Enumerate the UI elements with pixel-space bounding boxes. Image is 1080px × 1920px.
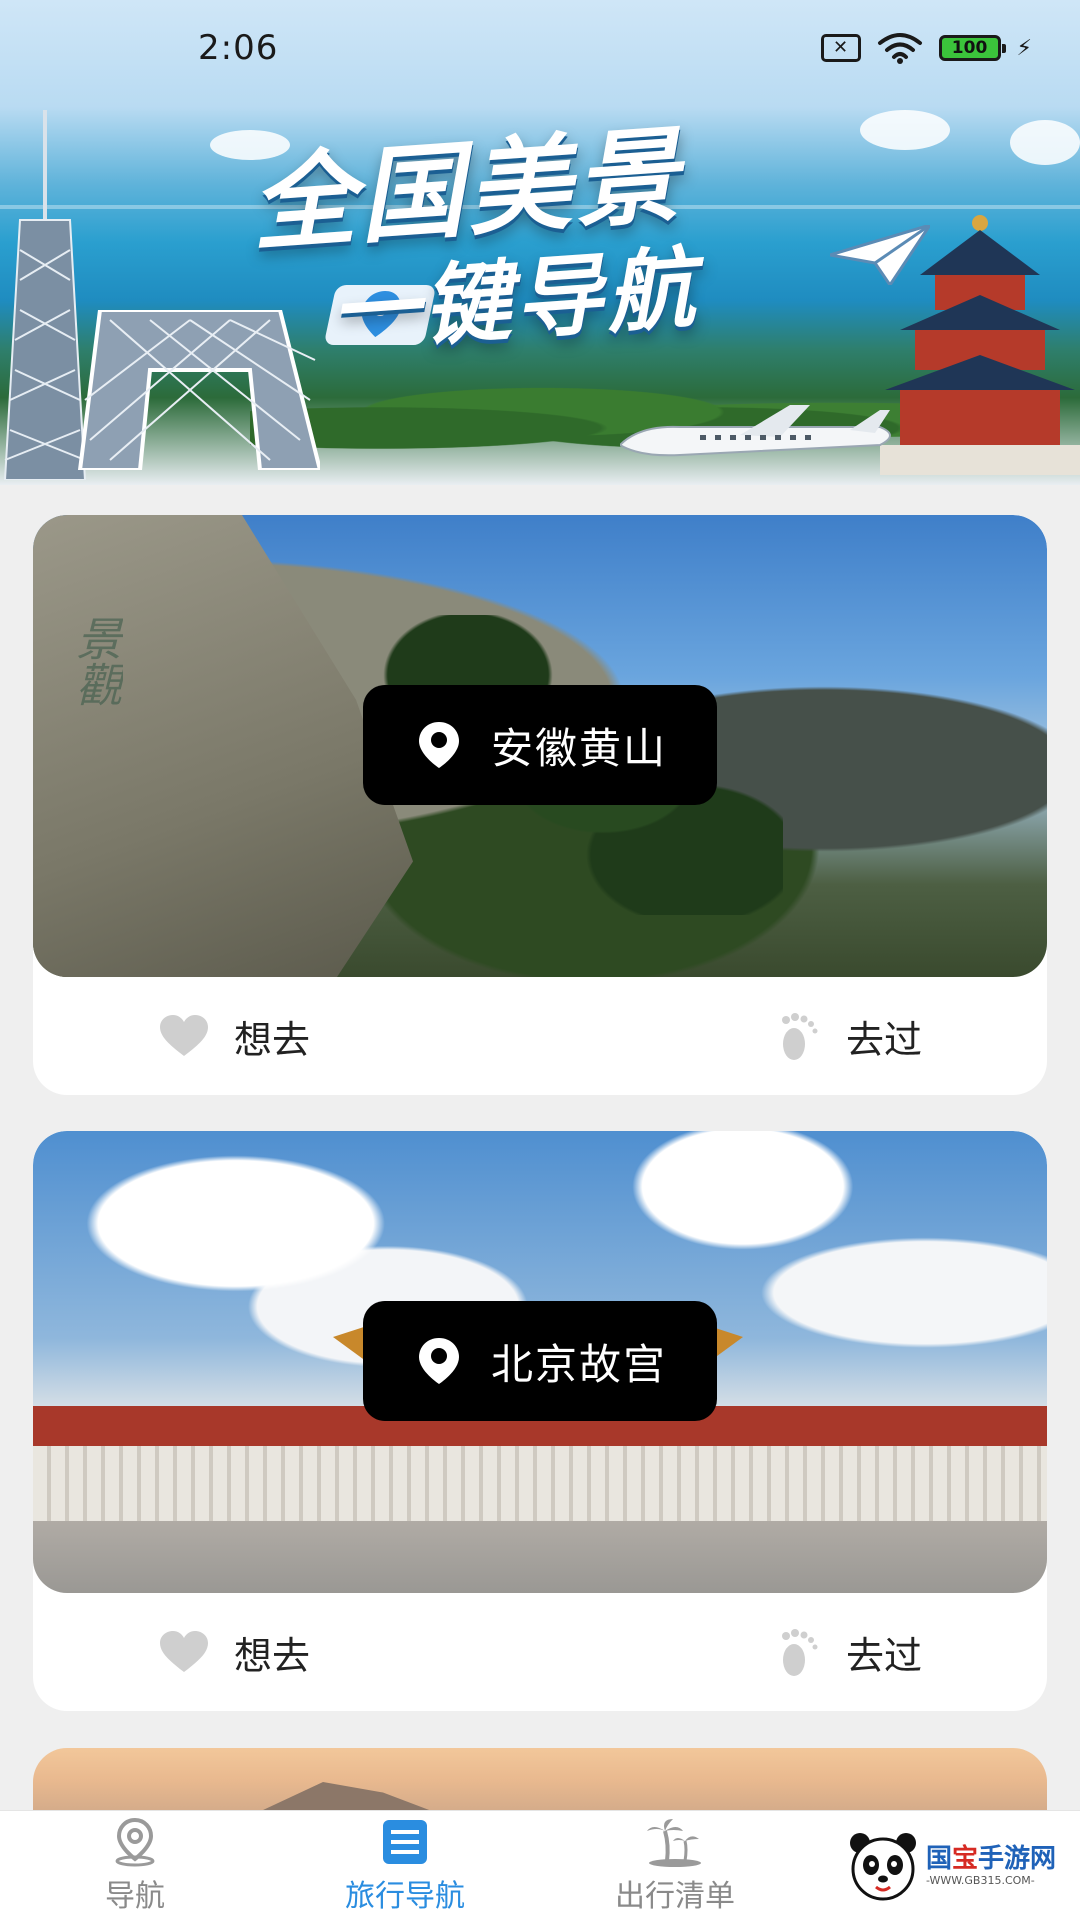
- watermark-url: -WWW.GB315.COM-: [926, 1873, 1035, 1887]
- card-actions: 想去 去过: [33, 1593, 1047, 1711]
- want-to-go-label: 想去: [234, 1633, 311, 1678]
- location-name: 北京故宫: [490, 1339, 667, 1389]
- card-actions: 想去 去过: [33, 977, 1047, 1095]
- wifi-icon: [877, 33, 922, 64]
- destination-photo[interactable]: 景觀 安徽黄山: [33, 515, 1047, 977]
- cloud: [860, 110, 950, 150]
- battery-indicator: 100: [938, 35, 1006, 61]
- palm-tree-icon: [647, 1818, 701, 1867]
- heart-icon: [160, 1015, 208, 1056]
- been-there-button[interactable]: 去过: [778, 1009, 922, 1064]
- list-icon: [383, 1819, 427, 1864]
- status-icons: ✕ 100 ⚡: [820, 32, 1032, 64]
- status-time: 2:06: [198, 28, 279, 68]
- location-label[interactable]: 安徽黄山: [363, 685, 717, 805]
- nav-item-navigation[interactable]: 导航: [0, 1811, 270, 1920]
- map-pin-icon: [115, 1817, 155, 1866]
- watermark-text: 国宝手游网 -WWW.GB315.COM-: [926, 1845, 1056, 1887]
- temple-of-heaven-icon: [880, 215, 1080, 475]
- nav-label: 旅行导航: [345, 1878, 465, 1914]
- location-name: 安徽黄山: [490, 723, 667, 773]
- destination-card[interactable]: 北京故宫 想去 去过: [33, 1131, 1047, 1711]
- status-bar: 2:06 ✕ 100 ⚡: [0, 0, 1080, 96]
- header-banner: 2:06 ✕ 100 ⚡ 全国美景 一键导航: [0, 0, 1080, 485]
- watermark-title: 国宝手游网: [926, 1844, 1057, 1875]
- location-label[interactable]: 北京故宫: [363, 1301, 717, 1421]
- nav-item-travel-navigation[interactable]: 旅行导航: [270, 1811, 540, 1920]
- been-there-label: 去过: [845, 1017, 922, 1062]
- location-pin-icon: [413, 719, 465, 771]
- location-pin-icon: [413, 1335, 465, 1387]
- rock-inscription: 景觀: [69, 615, 123, 707]
- nav-item-trip-checklist[interactable]: 出行清单: [540, 1811, 810, 1920]
- watermark: 国宝手游网 -WWW.GB315.COM-: [828, 1812, 1080, 1920]
- footprint-icon: [781, 1629, 818, 1676]
- footprint-icon: [781, 1013, 818, 1060]
- want-to-go-button[interactable]: 想去: [158, 1009, 310, 1064]
- been-there-button[interactable]: 去过: [778, 1625, 922, 1680]
- want-to-go-label: 想去: [234, 1017, 311, 1062]
- nav-label: 出行清单: [615, 1878, 735, 1914]
- heart-icon: [160, 1631, 208, 1672]
- charging-icon: ⚡: [1016, 35, 1032, 61]
- destination-photo[interactable]: 北京故宫: [33, 1131, 1047, 1593]
- nav-label: 导航: [105, 1878, 165, 1914]
- banner-subtitle: 一键导航: [327, 236, 702, 365]
- been-there-label: 去过: [845, 1633, 922, 1678]
- sim-off-icon: ✕: [820, 34, 861, 62]
- destination-card[interactable]: 景觀 安徽黄山 想去 去过: [33, 515, 1047, 1095]
- palace-terrace: [33, 1446, 1047, 1521]
- airplane-icon: [620, 405, 891, 457]
- want-to-go-button[interactable]: 想去: [158, 1625, 310, 1680]
- cctv-building-icon: [77, 310, 320, 470]
- panda-logo-icon: [850, 1833, 916, 1901]
- cloud: [1010, 120, 1080, 165]
